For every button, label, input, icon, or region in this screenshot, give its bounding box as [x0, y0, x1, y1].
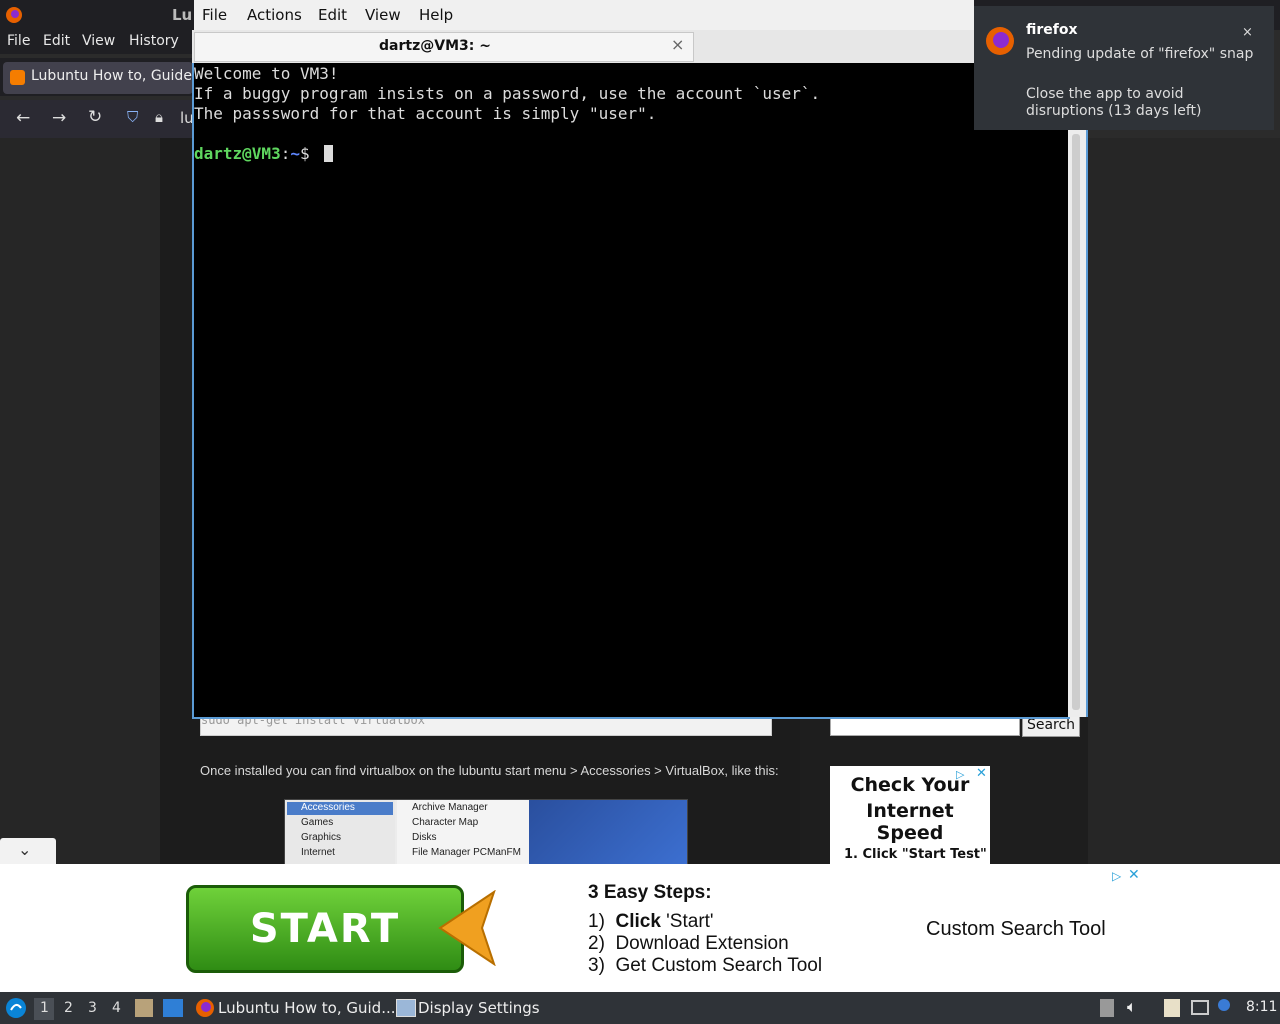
side-ad-line3: 1. Click "Start Test": [844, 847, 987, 862]
menu-shot-filemanager: File Manager PCManFM: [412, 847, 521, 858]
menu-shot-charmap: Character Map: [412, 817, 479, 828]
notification-title: firefox: [1026, 22, 1078, 38]
menu-shot-graphics: Graphics: [301, 832, 342, 843]
firefox-icon: [986, 27, 1014, 55]
ad-step-2: 2) Download Extension: [588, 933, 789, 954]
desktop-1[interactable]: 1: [40, 1000, 49, 1016]
collapse-ad-button[interactable]: ⌄: [0, 838, 56, 864]
firefox-icon: [196, 999, 214, 1017]
side-ad-line1: Check Your: [850, 774, 970, 796]
menu-shot-internet: Internet: [301, 847, 335, 858]
menu-shot-accessories: Accessories: [301, 802, 355, 813]
forward-icon[interactable]: →: [52, 108, 66, 128]
term-menu-edit[interactable]: Edit: [318, 6, 347, 24]
terminal-scrollbar-thumb[interactable]: [1072, 134, 1080, 710]
adchoices-icon[interactable]: ▷: [1112, 869, 1121, 883]
clock[interactable]: 8:11: [1246, 999, 1277, 1015]
ad-start-label: START: [249, 906, 401, 952]
notification-body-1: Pending update of "firefox" snap: [1026, 46, 1254, 62]
terminal-tab[interactable]: dartz@VM3: ~ ×: [194, 32, 694, 62]
menu-shot-games: Games: [301, 817, 334, 828]
ad-start-button[interactable]: START: [186, 885, 464, 973]
firefox-icon: [6, 7, 22, 23]
notification-body-2: Close the app to avoid disruptions (13 d…: [1026, 86, 1202, 119]
ad-step-1-rest: 'Start': [660, 911, 714, 932]
term-menu-view[interactable]: View: [365, 6, 401, 24]
ad-step-1: 1) Click 'Start': [588, 911, 714, 933]
reload-icon[interactable]: ↻: [88, 107, 102, 127]
ad-close-icon[interactable]: ✕: [1128, 867, 1140, 883]
menu-shot-disks: Disks: [412, 832, 437, 843]
ff-menu-view[interactable]: View: [82, 33, 115, 49]
taskbar-item-firefox[interactable]: Lubuntu How to, Guid...: [218, 999, 396, 1017]
terminal-line-1: Welcome to VM3!: [194, 64, 339, 83]
volume-icon[interactable]: 🔈︎: [1127, 997, 1137, 1017]
term-menu-file[interactable]: File: [202, 6, 227, 24]
prompt-path: ~: [290, 144, 300, 163]
firefox-toolbar: ← → ↻ ⛉ 🔒︎ lu: [0, 100, 195, 138]
firefox-menubar: File Edit View History: [0, 30, 200, 54]
side-ad-line2: Internet Speed: [866, 800, 954, 844]
network-icon[interactable]: [1191, 1000, 1209, 1015]
back-icon[interactable]: ←: [16, 108, 30, 128]
blogger-icon: [10, 70, 25, 85]
firefox-tab[interactable]: Lubuntu How to, Guides: [3, 62, 193, 94]
ff-menu-edit[interactable]: Edit: [43, 33, 70, 49]
term-menu-actions[interactable]: Actions: [247, 6, 302, 24]
shield-icon[interactable]: ⛉: [127, 108, 138, 126]
show-desktop-icon[interactable]: [163, 999, 183, 1017]
arrow-left-icon: [438, 890, 496, 966]
desktop-2[interactable]: 2: [64, 1000, 73, 1016]
terminal-line-3: The passsword for that account is simply…: [194, 104, 657, 123]
desktop-3[interactable]: 3: [88, 1000, 97, 1016]
ad-step-3: 3) Get Custom Search Tool: [588, 955, 823, 976]
update-notifier-icon[interactable]: [1218, 999, 1230, 1011]
lock-icon: 🔒︎: [155, 108, 163, 126]
chevron-down-icon: ⌄: [18, 840, 32, 859]
terminal-prompt: dartz@VM3:~$: [194, 144, 310, 163]
ad-steps-title: 3 Easy Steps:: [588, 882, 712, 903]
ad-step-1-bold: Click: [615, 911, 661, 932]
taskbar-item-display-settings[interactable]: Display Settings: [418, 999, 540, 1017]
tab-close-icon[interactable]: ×: [671, 35, 684, 54]
ad-custom-search-tool[interactable]: Custom Search Tool: [926, 918, 1106, 941]
terminal-menubar: File Actions Edit View Help: [194, 0, 974, 30]
ff-menu-file[interactable]: File: [7, 33, 30, 49]
side-ad[interactable]: ▷ ✕ Check Your Internet Speed 1. Click "…: [830, 766, 990, 864]
clipboard-icon[interactable]: [1100, 999, 1114, 1017]
terminal-line-2: If a buggy program insists on a password…: [194, 84, 821, 103]
menu-shot-archive: Archive Manager: [412, 802, 488, 813]
page-paragraph: Once installed you can find virtualbox o…: [200, 763, 779, 778]
term-menu-help[interactable]: Help: [419, 6, 453, 24]
ad-step-1-num: 1): [588, 911, 605, 932]
notification-close-icon[interactable]: ×: [1242, 25, 1253, 40]
menu-screenshot-image: Accessories Games Graphics Internet Arch…: [284, 799, 688, 865]
firefox-tab-title: Lubuntu How to, Guides: [31, 68, 193, 84]
prompt-user: dartz@VM3: [194, 144, 281, 163]
firefox-window-title: Lu: [172, 6, 193, 24]
taskbar: [0, 992, 1280, 1024]
desktop-4[interactable]: 4: [112, 1000, 121, 1016]
lubuntu-menu-icon[interactable]: [5, 997, 27, 1019]
file-manager-icon[interactable]: [135, 999, 153, 1017]
terminal-cursor: [324, 145, 333, 162]
notes-icon[interactable]: [1164, 999, 1180, 1017]
terminal-tab-title: dartz@VM3: ~: [379, 38, 491, 54]
display-settings-icon: [396, 999, 416, 1017]
prompt-symbol: $: [299, 144, 310, 163]
ff-menu-history[interactable]: History: [129, 33, 179, 49]
